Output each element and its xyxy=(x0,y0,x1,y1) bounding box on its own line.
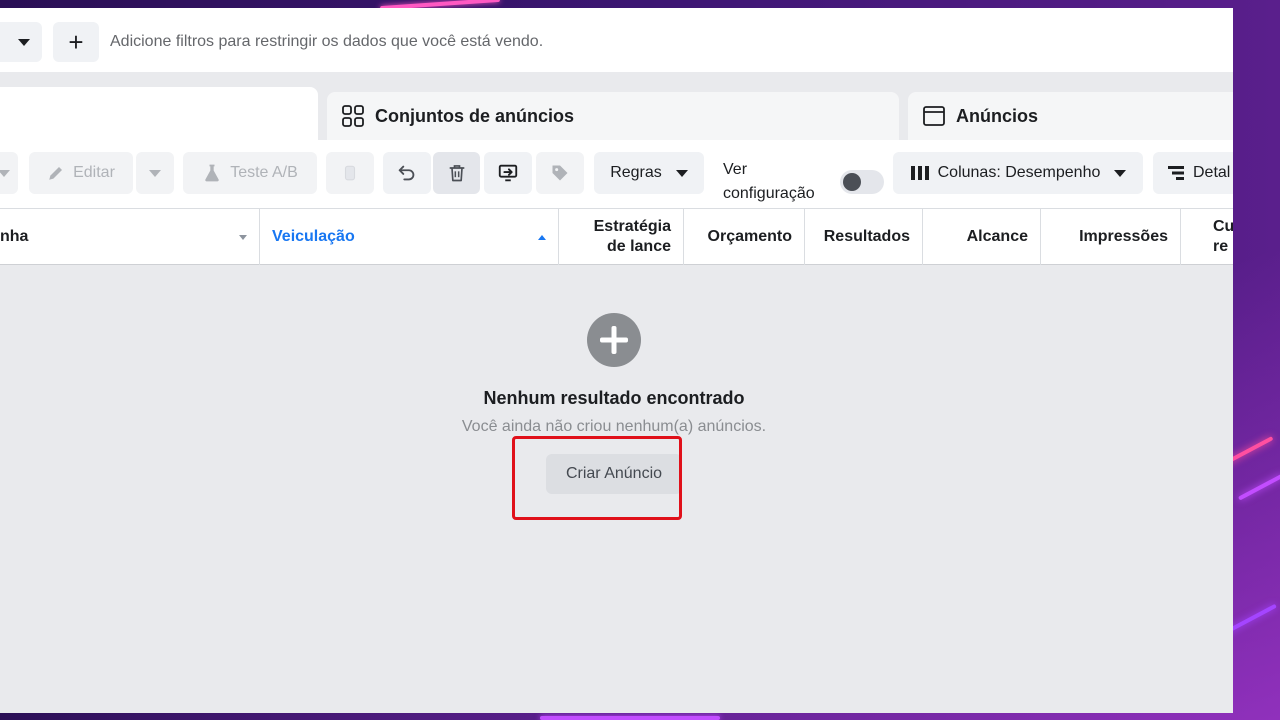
rules-button[interactable]: Regras xyxy=(594,152,704,194)
column-header-cost-per-result[interactable]: Cu re xyxy=(1181,209,1233,265)
toolbar: Editar Teste A/B Regras Ver configuração… xyxy=(0,140,1233,208)
view-setup-line2: configuração xyxy=(723,185,815,202)
column-header-delivery-label: Veiculação xyxy=(272,228,355,245)
toggle-knob xyxy=(843,173,861,191)
view-setup-label: Ver configuração xyxy=(723,158,815,206)
column-header-results-label: Resultados xyxy=(823,228,910,245)
rules-label: Regras xyxy=(610,164,662,181)
bid-strategy-line2: de lance xyxy=(606,238,671,255)
edit-button-label: Editar xyxy=(73,164,115,181)
breakdown-icon xyxy=(1168,166,1184,180)
empty-state-plus-icon xyxy=(587,313,641,367)
chevron-down-icon xyxy=(0,169,10,177)
cost-per-result-line1: Cu xyxy=(1213,218,1233,235)
plus-icon: + xyxy=(68,27,84,57)
column-header-reach[interactable]: Alcance xyxy=(923,209,1041,265)
pencil-icon xyxy=(49,167,63,180)
chevron-down-icon xyxy=(675,169,688,177)
ab-test-label: Teste A/B xyxy=(230,164,298,181)
tab-ads[interactable]: Anúncios xyxy=(908,92,1233,140)
columns-icon xyxy=(910,166,929,180)
column-header-results[interactable]: Resultados xyxy=(805,209,923,265)
export-icon xyxy=(498,164,518,182)
column-header-impressions[interactable]: Impressões xyxy=(1041,209,1181,265)
breakdown-button[interactable]: Detal xyxy=(1153,152,1233,194)
undo-button[interactable] xyxy=(383,152,431,194)
table-header: nha Veiculação Estratégia de lance Orçam… xyxy=(0,208,1233,265)
column-header-impressions-label: Impressões xyxy=(1079,228,1168,245)
columns-label: Colunas: Desempenho xyxy=(937,164,1101,181)
column-header-reach-label: Alcance xyxy=(966,228,1028,245)
columns-button[interactable]: Colunas: Desempenho xyxy=(893,152,1143,194)
filter-hint[interactable]: Adicione filtros para restringir os dado… xyxy=(110,33,543,51)
cost-per-result-line2: re xyxy=(1213,238,1229,255)
flask-icon xyxy=(205,164,219,182)
delete-button[interactable] xyxy=(433,152,480,194)
bid-strategy-line1: Estratégia xyxy=(593,218,671,235)
column-header-delivery[interactable]: Veiculação xyxy=(260,209,559,265)
ad-window-icon xyxy=(923,106,945,126)
tab-ad-sets[interactable]: Conjuntos de anúncios xyxy=(327,92,899,140)
red-annotation-box xyxy=(512,436,682,520)
chevron-down-icon xyxy=(1114,169,1127,177)
tab-ads-label: Anúncios xyxy=(956,105,1039,126)
column-header-budget-label: Orçamento xyxy=(707,228,792,245)
undo-icon xyxy=(398,165,415,181)
filter-bar: + Adicione filtros para restringir os da… xyxy=(0,8,1233,72)
ads-manager-window: + Adicione filtros para restringir os da… xyxy=(0,8,1233,713)
tag-icon xyxy=(552,165,568,181)
ad-sets-grid-icon xyxy=(342,105,364,127)
duplicate-button[interactable] xyxy=(326,152,374,194)
sort-up-icon[interactable] xyxy=(538,234,546,240)
column-header-name-label: nha xyxy=(0,228,29,245)
tab-ad-sets-label: Conjuntos de anúncios xyxy=(375,105,575,126)
decorative-light-streak xyxy=(540,716,720,720)
add-filter-button[interactable]: + xyxy=(53,22,99,62)
create-dropdown-button[interactable] xyxy=(0,152,18,194)
view-setup-line1: Ver xyxy=(723,161,748,178)
filter-dropdown[interactable] xyxy=(0,22,42,62)
tag-button[interactable] xyxy=(536,152,584,194)
export-button[interactable] xyxy=(484,152,532,194)
copy-icon xyxy=(344,165,356,181)
chevron-down-icon xyxy=(18,38,30,46)
column-header-bid-strategy[interactable]: Estratégia de lance xyxy=(559,209,684,265)
ab-test-button[interactable]: Teste A/B xyxy=(183,152,317,194)
empty-state-subtitle: Você ainda não criou nenhum(a) anúncios. xyxy=(461,418,767,435)
empty-state-title: Nenhum resultado encontrado xyxy=(483,388,745,408)
tab-campaigns[interactable] xyxy=(0,87,318,143)
view-setup-toggle[interactable] xyxy=(840,170,884,194)
edit-button[interactable]: Editar xyxy=(29,152,133,194)
column-header-name[interactable]: nha xyxy=(0,209,260,265)
column-header-budget[interactable]: Orçamento xyxy=(684,209,805,265)
sort-down-icon[interactable] xyxy=(239,234,247,240)
chevron-down-icon xyxy=(149,169,161,177)
breakdown-label: Detal xyxy=(1193,164,1231,181)
edit-dropdown-button[interactable] xyxy=(136,152,174,194)
trash-icon xyxy=(449,165,464,182)
